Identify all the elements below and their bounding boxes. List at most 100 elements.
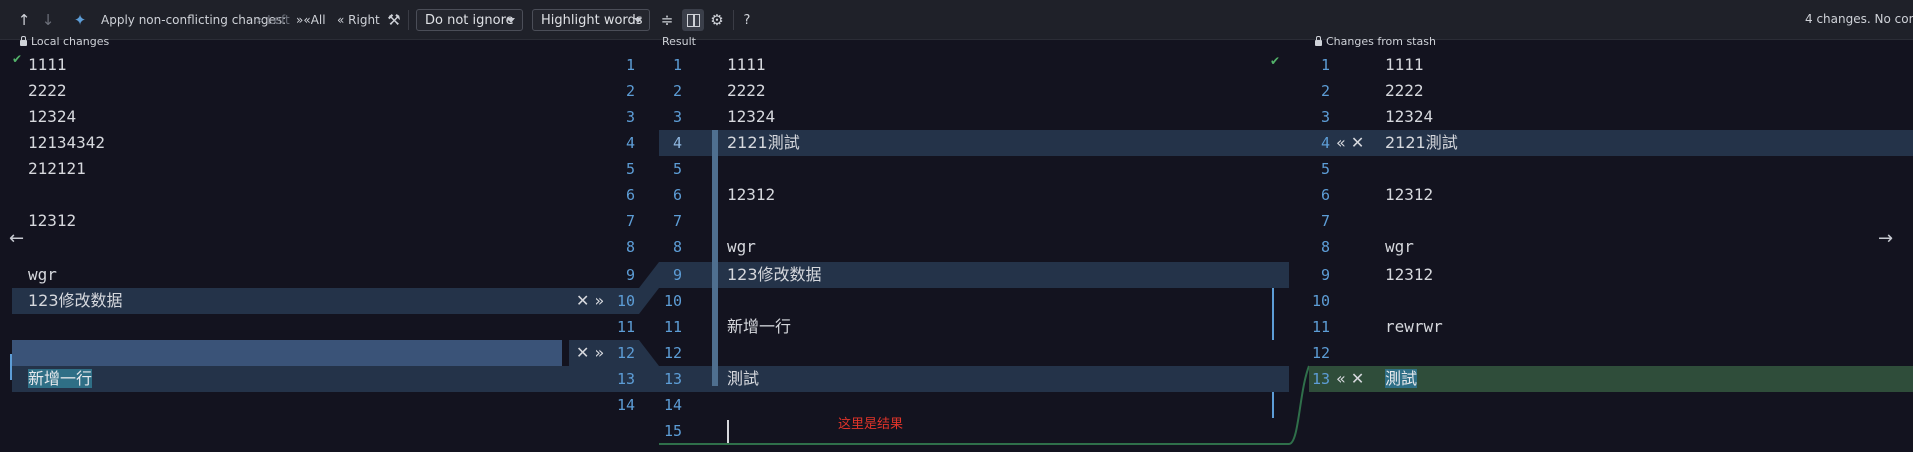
chevron-down-icon (507, 18, 515, 23)
left-line-number: 11 (616, 318, 635, 336)
left-line-number: 10 (616, 292, 635, 310)
help-button[interactable]: ? (737, 10, 757, 30)
text-cursor (727, 420, 729, 444)
result-line-number: 9 (672, 266, 682, 284)
result-code-line: 新增一行 (727, 317, 792, 336)
left-line-number: 9 (625, 266, 635, 284)
chevron-down-icon (634, 18, 642, 23)
result-line-number: 7 (672, 212, 682, 230)
left-code-line: 1111 (28, 55, 67, 74)
left-line-number: 4 (625, 134, 635, 152)
right-line-number: 9 (1320, 266, 1330, 284)
right-code-line: wgr (1385, 237, 1414, 256)
result-line-number: 10 (663, 292, 682, 310)
lock-icon (20, 35, 27, 46)
result-line-number: 3 (672, 108, 682, 126)
left-code-line: 12134342 (28, 133, 106, 152)
resolved-check-icon: ✔ (12, 52, 23, 66)
right-line-number: 4 (1320, 134, 1330, 152)
apply-right-icon[interactable]: » (595, 291, 605, 310)
double-chevron-both-icon: »« (296, 13, 311, 27)
result-line-number: 8 (672, 238, 682, 256)
result-code-line: 2222 (727, 81, 766, 100)
left-line-number: 8 (625, 238, 635, 256)
result-code-line: 1111 (727, 55, 766, 74)
left-code-line: 新增一行 (28, 369, 93, 388)
right-pane-header: Changes from stash (1315, 33, 1436, 50)
highlight-mode-select[interactable]: Highlight words (532, 9, 650, 31)
arrow-left-icon[interactable]: ← (9, 228, 24, 249)
right-code-line: 測試 (1385, 369, 1418, 388)
result-change-marker (1272, 288, 1274, 340)
result-line-number: 15 (663, 422, 682, 440)
right-line-number: 13 (1311, 370, 1330, 388)
left-line-number: 6 (625, 186, 635, 204)
arrow-right-icon[interactable]: → (1878, 228, 1893, 249)
left-change-marker (10, 354, 12, 380)
next-change-icon[interactable]: ↓ (38, 10, 58, 30)
left-line-number: 14 (616, 396, 635, 414)
left-pane-header: Local changes (20, 33, 109, 50)
right-code-line: 12312 (1385, 185, 1434, 204)
side-by-side-toggle-icon[interactable] (682, 9, 704, 31)
right-line-number: 12 (1311, 344, 1330, 362)
right-line-number: 6 (1320, 186, 1330, 204)
close-icon[interactable]: ✕ (1351, 133, 1364, 152)
result-line-number: 14 (663, 396, 682, 414)
result-pane-header: Result (662, 35, 696, 48)
left-change-highlight (12, 340, 562, 366)
apply-right-button[interactable]: « Right (337, 10, 380, 30)
left-hunk-actions: ✕ » (576, 288, 604, 314)
apply-left-button[interactable]: » Left (256, 10, 290, 30)
result-code-line: 12312 (727, 185, 776, 204)
result-line-number: 5 (672, 160, 682, 178)
left-change-highlight (12, 366, 569, 392)
apply-all-button[interactable]: »« All (296, 10, 326, 30)
apply-right-icon[interactable]: » (595, 343, 605, 362)
right-line-number: 7 (1320, 212, 1330, 230)
left-line-number: 3 (625, 108, 635, 126)
right-code-line: 1111 (1385, 55, 1424, 74)
result-code-line: 123修改数据 (727, 265, 822, 284)
close-icon[interactable]: ✕ (1351, 369, 1364, 388)
right-line-number: 2 (1320, 82, 1330, 100)
result-line-number: 1 (672, 56, 682, 74)
result-line-number: 11 (663, 318, 682, 336)
right-hunk-actions: « ✕ (1336, 366, 1364, 392)
double-chevron-right-icon: » (256, 13, 268, 27)
right-code-line: 12324 (1385, 107, 1434, 126)
magic-wand-icon[interactable]: ⚒ (384, 10, 404, 30)
previous-change-icon[interactable]: ↑ (14, 10, 34, 30)
result-line-number: 13 (663, 370, 682, 388)
result-code-line: wgr (727, 237, 756, 256)
close-icon[interactable]: ✕ (576, 343, 589, 362)
gear-icon[interactable]: ⚙ (707, 10, 727, 30)
result-change-marker (1272, 392, 1274, 418)
result-line-number: 6 (672, 186, 682, 204)
left-code-line: 12324 (28, 107, 77, 126)
left-code-line: 12312 (28, 211, 77, 230)
apply-left-icon[interactable]: « (1336, 133, 1346, 152)
ignore-whitespace-select[interactable]: Do not ignore (416, 9, 523, 31)
collapse-unchanged-icon[interactable]: ≑ (657, 10, 677, 30)
left-code-line: 212121 (28, 159, 86, 178)
double-chevron-left-icon: « (337, 13, 349, 27)
result-line-number: 2 (672, 82, 682, 100)
left-line-number: 7 (625, 212, 635, 230)
toolbar-separator (733, 10, 734, 30)
result-insert-divider (659, 443, 1289, 445)
left-line-number: 13 (616, 370, 635, 388)
left-code-line: wgr (28, 265, 57, 284)
magic-resolve-icon[interactable]: ✦ (70, 10, 90, 30)
right-line-number: 11 (1311, 318, 1330, 336)
result-check-icon: ✔ (1270, 54, 1281, 68)
right-code-line: rewrwr (1385, 317, 1443, 336)
apply-left-icon[interactable]: « (1336, 369, 1346, 388)
right-code-line: 2121測試 (1385, 133, 1458, 152)
close-icon[interactable]: ✕ (576, 291, 589, 310)
right-code-line: 12312 (1385, 265, 1434, 284)
left-line-number: 5 (625, 160, 635, 178)
left-hunk-actions: ✕ » (576, 340, 604, 366)
left-code-line: 2222 (28, 81, 67, 100)
result-change-marker (712, 130, 718, 386)
